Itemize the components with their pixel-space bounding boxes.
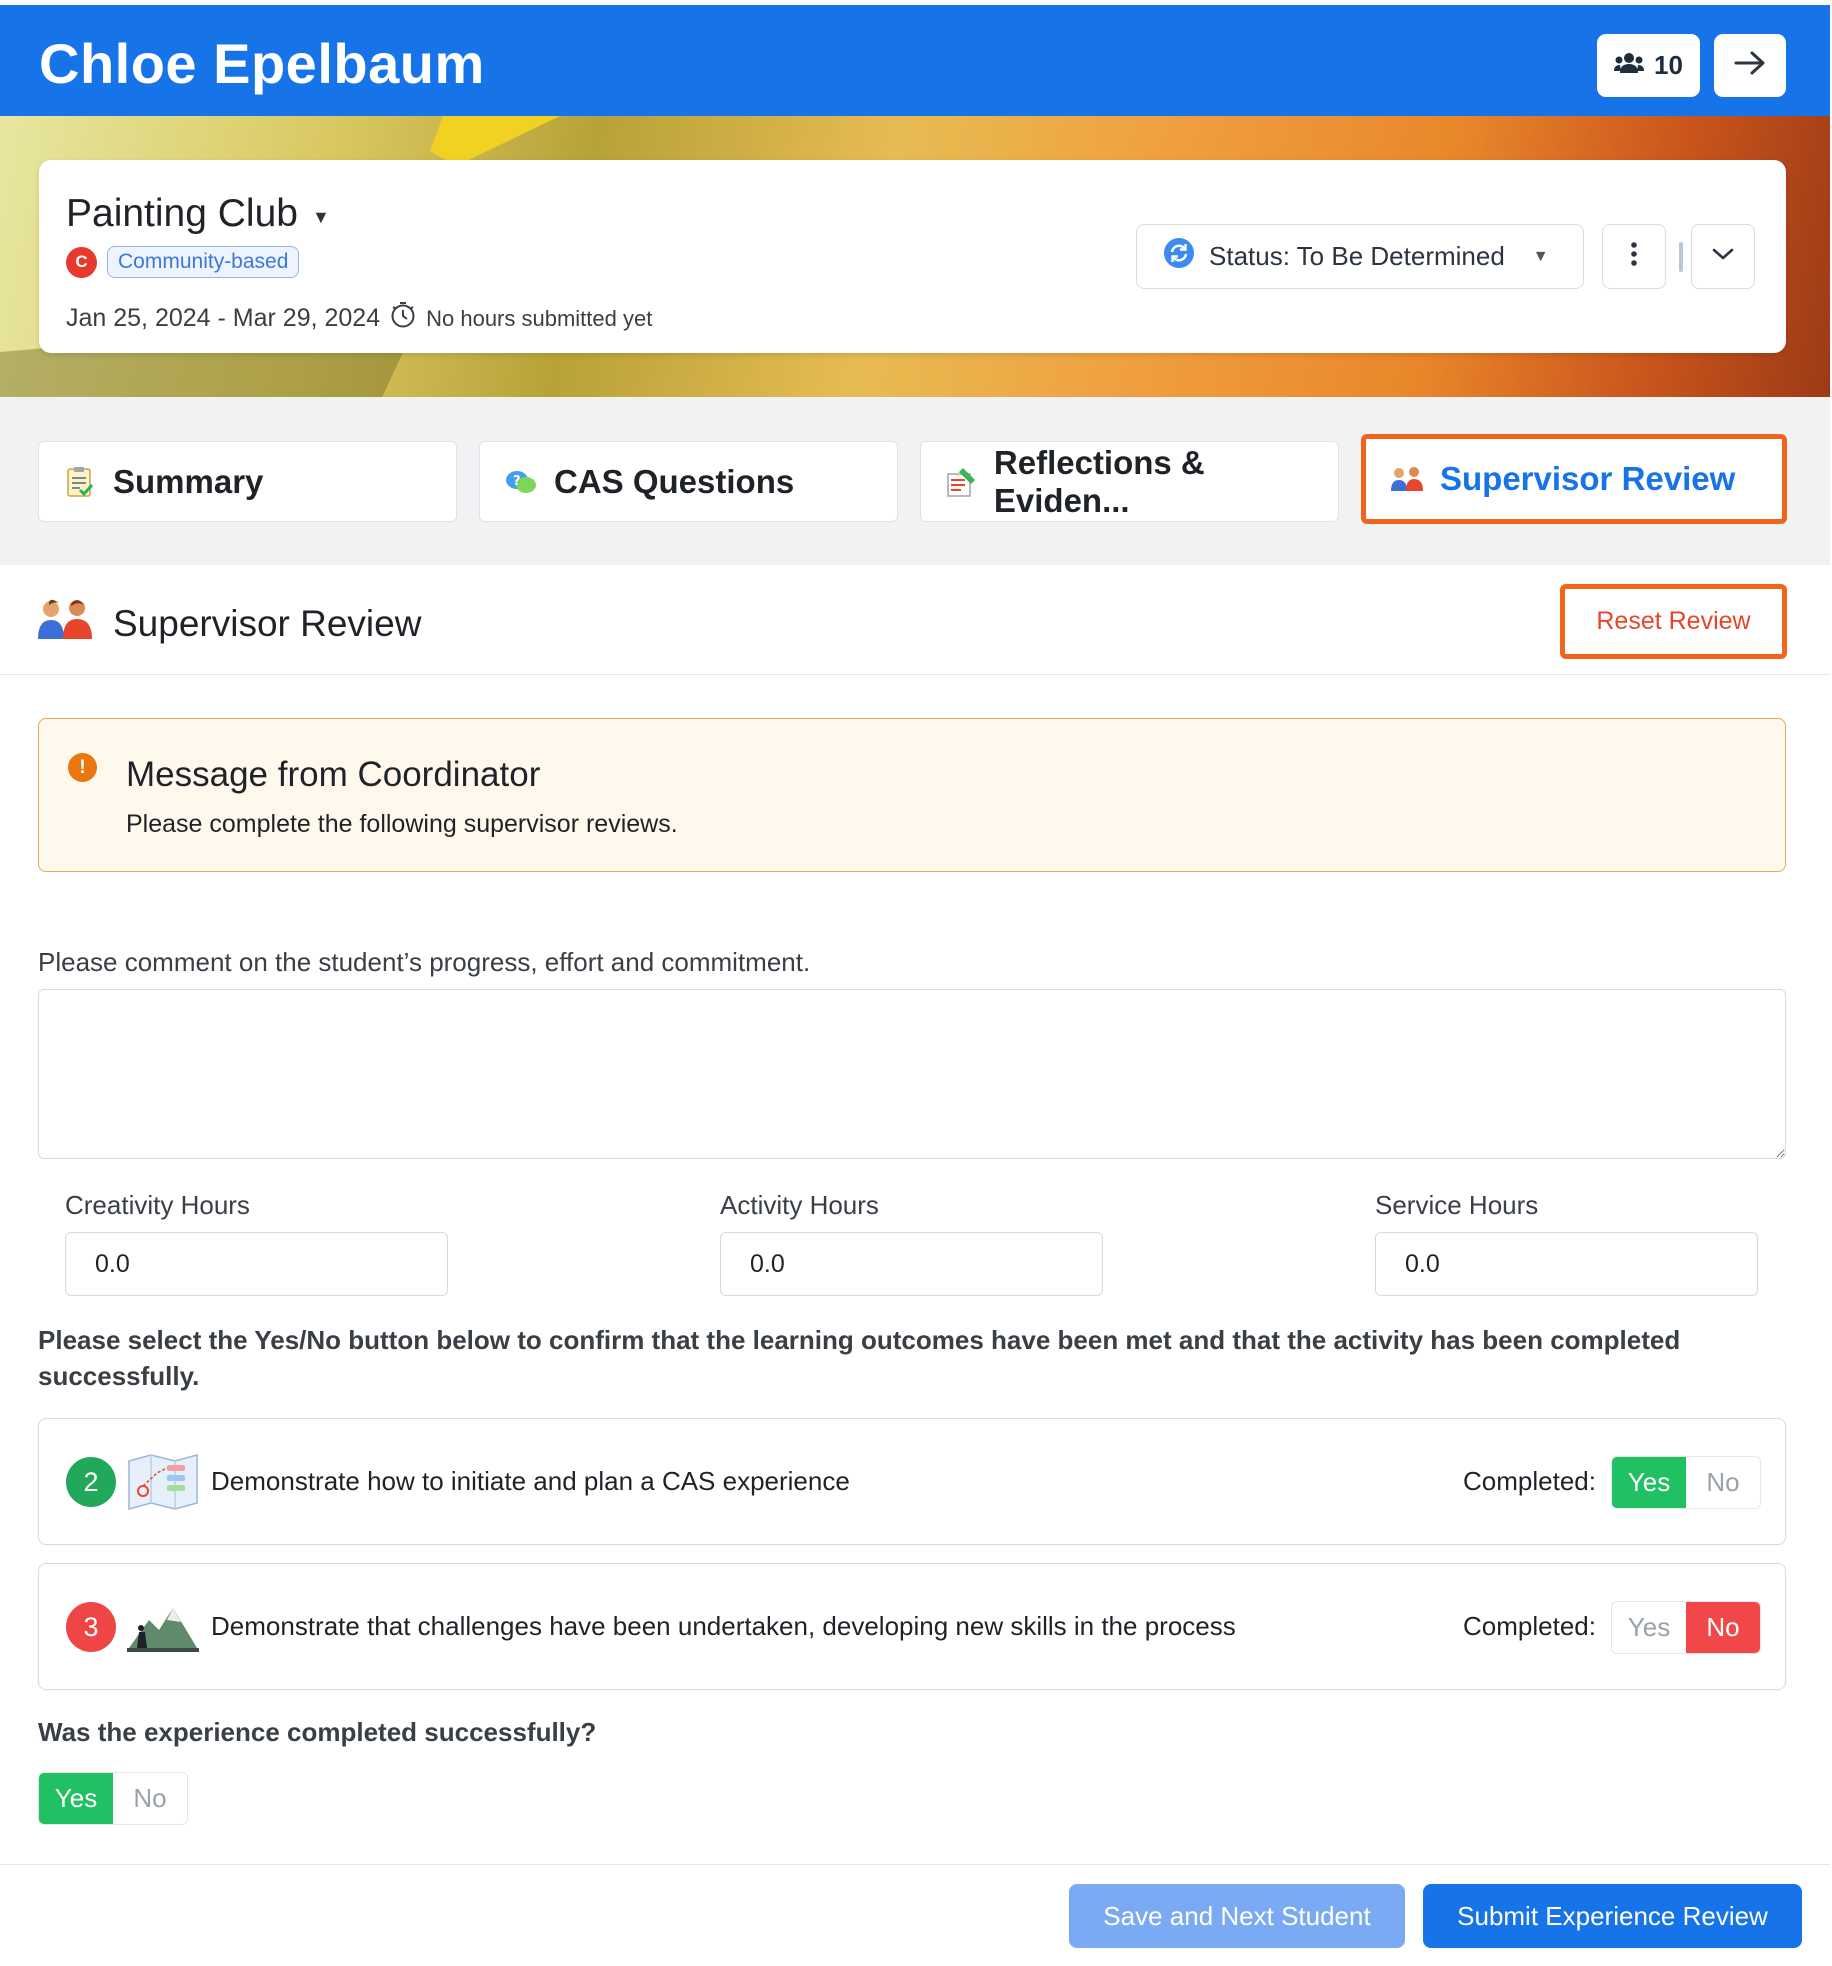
learning-outcome-item: 2 Demonstrate how to initiate and plan a… <box>38 1418 1786 1545</box>
top-bar: Chloe Epelbaum 10 <box>0 5 1830 116</box>
tab-label: Supervisor Review <box>1440 460 1736 497</box>
no-button[interactable]: No <box>113 1773 187 1824</box>
tab-label: Reflections & Eviden... <box>993 443 1205 519</box>
outcomes-instructions: Please select the Yes/No button below to… <box>38 1325 1681 1391</box>
plan-map-icon <box>127 1453 199 1511</box>
tab-summary[interactable]: Summary <box>38 441 457 522</box>
tab-reflections[interactable]: Reflections & Eviden... <box>920 441 1339 522</box>
notes-icon <box>945 465 978 499</box>
supervisor-review-page: Chloe Epelbaum 10 Painting Club ▼ C Comm… <box>0 0 1832 1966</box>
next-student-button[interactable] <box>1714 34 1786 97</box>
message-body: Please complete the following supervisor… <box>126 810 678 838</box>
category-badge: C <box>66 246 97 278</box>
stopwatch-icon <box>390 301 416 336</box>
sync-icon <box>1163 237 1195 276</box>
tab-supervisor-review[interactable]: Supervisor Review <box>1361 434 1787 524</box>
status-label: Status: To Be Determined <box>1209 241 1505 271</box>
yes-button[interactable]: Yes <box>1612 1457 1686 1508</box>
svg-text:?: ? <box>513 474 521 489</box>
users-icon <box>1614 52 1645 79</box>
arrow-right-icon <box>1734 50 1766 81</box>
alert-icon: ! <box>68 753 97 782</box>
caret-down-icon: ▼ <box>1532 247 1549 265</box>
experience-type: C Community-based <box>66 246 300 278</box>
save-and-next-button[interactable]: Save and Next Student <box>1069 1884 1405 1948</box>
people-icon <box>1390 462 1424 496</box>
message-title: Message from Coordinator <box>126 755 541 794</box>
yes-button[interactable]: Yes <box>39 1773 113 1824</box>
outcome-text: Demonstrate that challenges have been un… <box>211 1611 1236 1641</box>
category-pill: Community-based <box>107 246 300 278</box>
hours-status: No hours submitted yet <box>426 305 653 331</box>
success-toggle: Yes No <box>38 1772 188 1825</box>
banner-decoration <box>430 116 560 166</box>
kebab-icon <box>1630 241 1638 272</box>
outcome-text: Demonstrate how to initiate and plan a C… <box>211 1466 850 1496</box>
completed-label: Completed: <box>1463 1611 1596 1641</box>
creativity-hours-input[interactable]: 0.0 <box>65 1232 448 1296</box>
experience-dates: Jan 25, 2024 - Mar 29, 2024 <box>66 304 381 332</box>
more-options-button[interactable] <box>1602 224 1666 289</box>
learning-outcome-item: 3 Demonstrate that challenges have been … <box>38 1563 1786 1690</box>
question-bubble-icon: ? <box>504 465 538 499</box>
no-button[interactable]: No <box>1686 1457 1760 1508</box>
submit-review-button[interactable]: Submit Experience Review <box>1423 1884 1802 1948</box>
people-icon <box>37 597 95 650</box>
tab-label: CAS Questions <box>554 462 795 500</box>
checklist-icon <box>63 465 97 499</box>
service-hours-input[interactable]: 0.0 <box>1375 1232 1758 1296</box>
activity-hours-label: Activity Hours <box>720 1190 879 1220</box>
activity-hours-input[interactable]: 0.0 <box>720 1232 1103 1296</box>
service-hours-label: Service Hours <box>1375 1190 1539 1220</box>
status-dropdown[interactable]: Status: To Be Determined ▼ <box>1136 224 1584 289</box>
group-count: 10 <box>1654 50 1683 80</box>
collapse-button[interactable] <box>1691 224 1755 289</box>
completed-toggle: Yes No <box>1611 1601 1761 1654</box>
chevron-down-icon <box>1711 246 1735 267</box>
completed-label: Completed: <box>1463 1466 1596 1496</box>
mountain-climb-icon <box>127 1598 199 1656</box>
creativity-hours-label: Creativity Hours <box>65 1190 250 1220</box>
no-button[interactable]: No <box>1686 1602 1760 1653</box>
section-header: Supervisor Review <box>0 565 1830 675</box>
outcome-number: 3 <box>66 1602 116 1652</box>
experience-title[interactable]: Painting Club ▼ <box>66 192 330 236</box>
coordinator-message: ! Message from Coordinator Please comple… <box>38 718 1786 872</box>
student-name: Chloe Epelbaum <box>39 32 485 95</box>
success-question: Was the experience completed successfull… <box>38 1717 597 1747</box>
tab-cas-questions[interactable]: ? CAS Questions <box>479 441 898 522</box>
tab-label: Summary <box>113 462 264 500</box>
comment-label: Please comment on the student’s progress… <box>38 947 811 977</box>
reset-review-button[interactable]: Reset Review <box>1560 584 1787 659</box>
completed-toggle: Yes No <box>1611 1456 1761 1509</box>
divider <box>1679 242 1683 272</box>
experience-title-text: Painting Club <box>66 192 298 235</box>
group-count-button[interactable]: 10 <box>1597 34 1700 97</box>
section-title-row: Supervisor Review <box>37 597 421 650</box>
experience-dates-row: Jan 25, 2024 - Mar 29, 2024 No hours sub… <box>66 301 652 336</box>
section-title: Supervisor Review <box>113 602 422 644</box>
outcome-number: 2 <box>66 1457 116 1507</box>
caret-down-icon: ▼ <box>311 206 330 227</box>
yes-button[interactable]: Yes <box>1612 1602 1686 1653</box>
comment-textarea[interactable] <box>38 989 1786 1159</box>
